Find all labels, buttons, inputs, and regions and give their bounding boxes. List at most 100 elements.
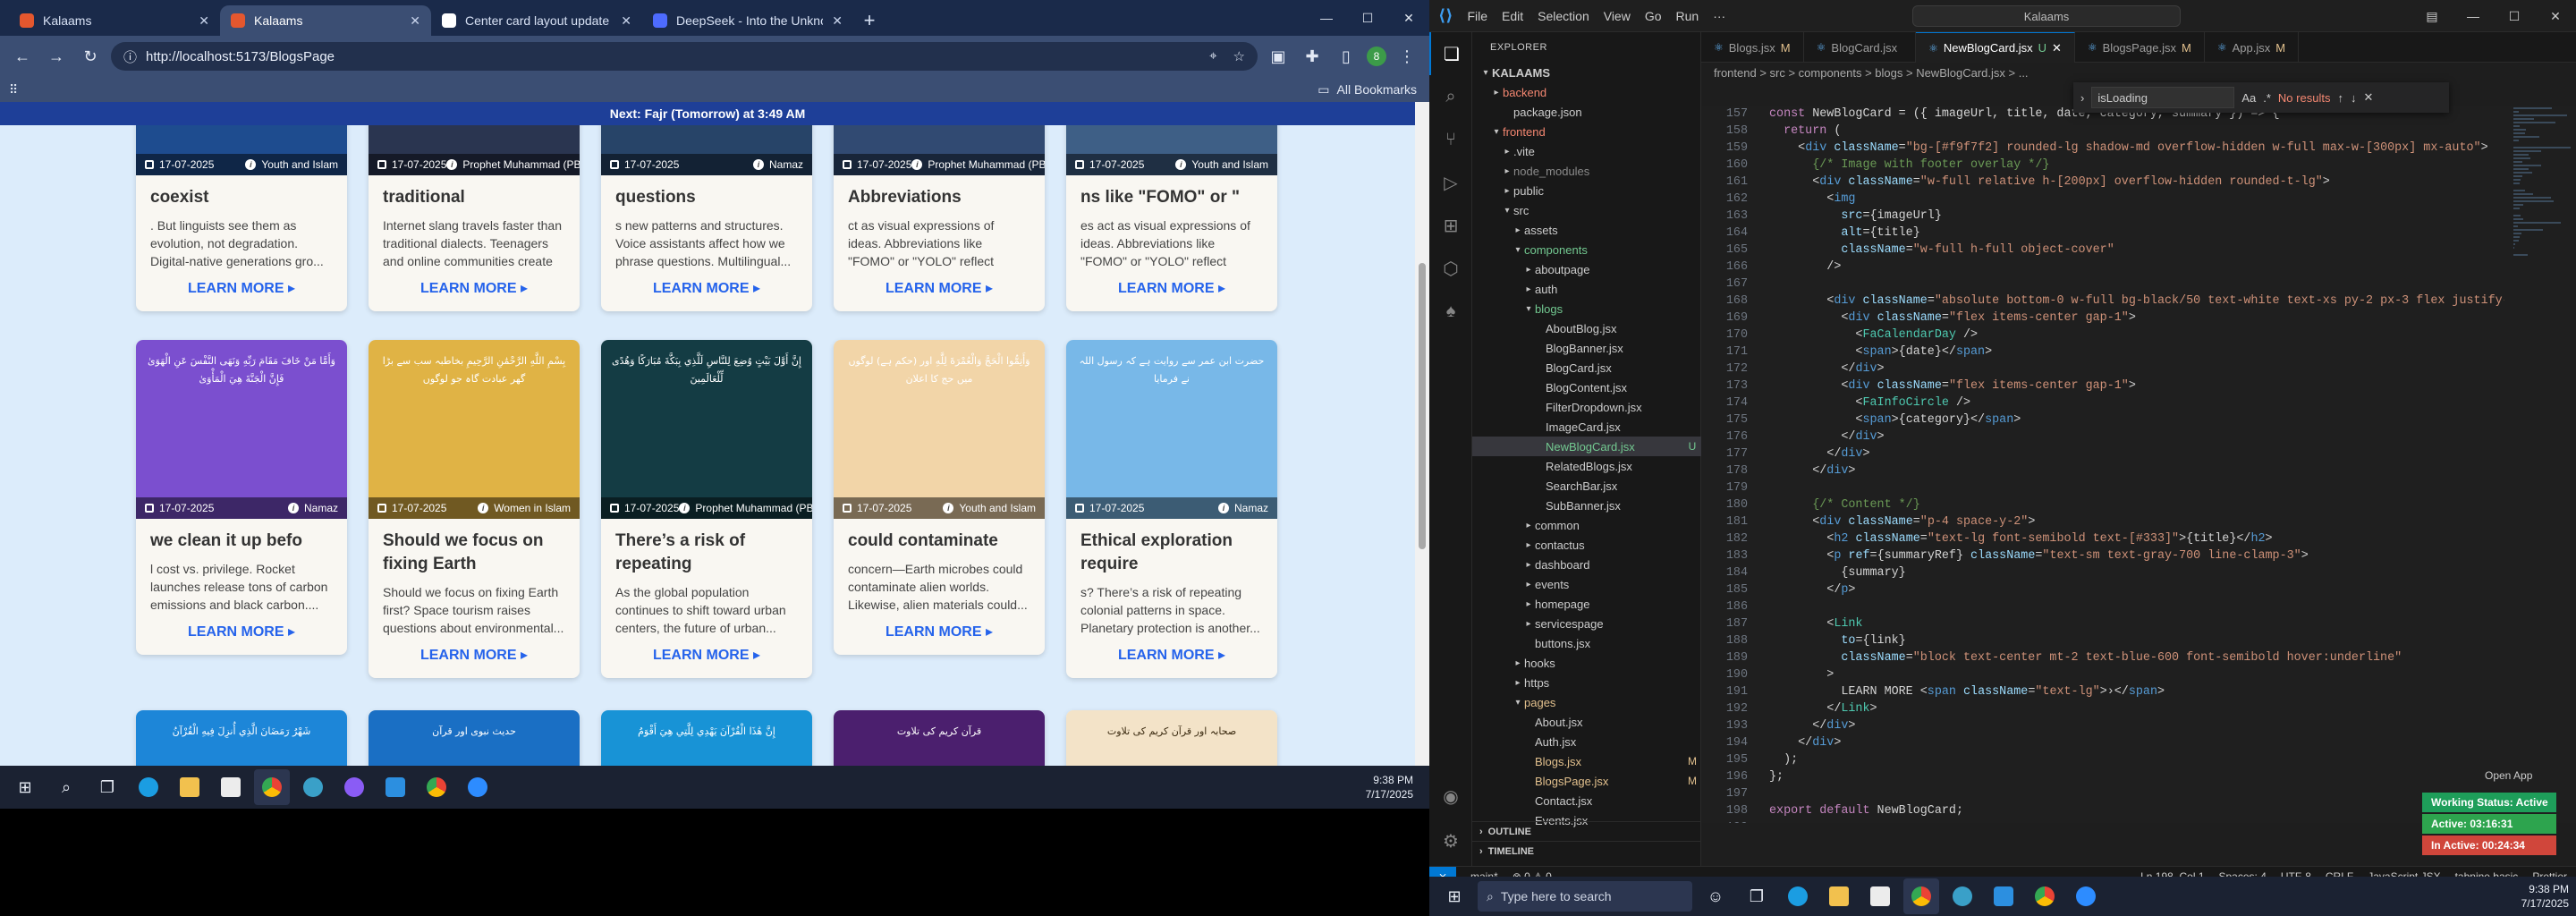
zoom-icon[interactable] [460,769,496,805]
chrome-profile-icon[interactable] [2027,878,2063,914]
tab-close-icon[interactable]: ✕ [199,13,209,29]
editor-tab[interactable]: ⚛ App.jsx M [2205,32,2300,63]
menu-item[interactable]: File [1467,9,1487,23]
editor-tab[interactable]: ⚛ NewBlogCard.jsx U ✕ [1916,32,2075,63]
tree-item[interactable]: ▸ public [1472,181,1701,200]
new-tab-button[interactable]: + [853,5,886,36]
bookmark-star-icon[interactable]: ☆ [1233,48,1245,64]
tree-item[interactable]: ▸ servicespage [1472,614,1701,633]
tree-item[interactable]: BlogBanner.jsx [1472,338,1701,358]
maximize-icon[interactable]: ☐ [2494,0,2535,32]
learn-more-link[interactable]: LEARN MORE ▸ [383,279,565,297]
tree-item[interactable]: ▸ aboutpage [1472,259,1701,279]
store-icon[interactable] [1862,878,1898,914]
start-icon[interactable]: ⊞ [7,769,43,805]
tree-item[interactable]: ▸ assets [1472,220,1701,240]
tree-item[interactable]: ▸ events [1472,574,1701,594]
vscode-icon[interactable] [1986,878,2021,914]
find-input[interactable]: isLoading [2091,87,2235,108]
tree-item[interactable]: ▾ blogs [1472,299,1701,318]
task-view-icon[interactable]: ❐ [1739,878,1775,914]
tree-item[interactable]: Blogs.jsx M [1472,751,1701,771]
timeline-section[interactable]: › TIMELINE [1472,841,1701,861]
mongo-icon[interactable]: ♠ [1429,290,1472,333]
tree-item[interactable]: BlogsPage.jsx M [1472,771,1701,791]
open-app-label[interactable]: Open App [2485,769,2532,782]
file-explorer-icon[interactable] [1821,878,1857,914]
tab-close-icon[interactable]: ✕ [410,13,420,29]
learn-more-link[interactable]: LEARN MORE ▸ [848,623,1030,640]
breadcrumb[interactable]: frontend > src > components > blogs > Ne… [1701,63,2576,82]
all-bookmarks[interactable]: All Bookmarks [1337,82,1417,97]
editor-tab[interactable]: ⚛ Blogs.jsx M [1701,32,1804,63]
tree-item[interactable]: ▾ components [1472,240,1701,259]
tree-item[interactable]: RelatedBlogs.jsx [1472,456,1701,476]
tree-item[interactable]: FilterDropdown.jsx [1472,397,1701,417]
close-icon[interactable]: ✕ [2535,0,2576,32]
vscode-icon[interactable] [377,769,413,805]
menu-item[interactable]: Edit [1502,9,1523,23]
menu-item[interactable]: Selection [1538,9,1589,23]
search-icon[interactable]: ⌕ [1429,75,1472,118]
tree-item[interactable]: BlogContent.jsx [1472,377,1701,397]
editor-tab[interactable]: ⚛ BlogCard.jsx [1804,32,1917,63]
account-icon[interactable]: ◉ [1429,775,1472,818]
code-editor[interactable]: 157 158 159 160 161 162 163 164 165 166 167 168 169 1… [1701,106,2576,823]
explorer-icon[interactable]: ❏ [1429,32,1472,75]
tab-close-icon[interactable]: ✕ [621,13,631,29]
emoji-icon[interactable]: ☺ [1698,878,1733,914]
chrome-icon[interactable] [1903,878,1939,914]
file-explorer-icon[interactable] [172,769,208,805]
tree-item[interactable]: ▸ dashboard [1472,555,1701,574]
source-control-icon[interactable]: ⑂ [1429,118,1472,161]
tree-item[interactable]: ▸ homepage [1472,594,1701,614]
learn-more-link[interactable]: LEARN MORE ▸ [848,279,1030,297]
tree-item[interactable]: ▾ KALAAMS [1472,63,1701,82]
tree-item[interactable]: ▸ .vite [1472,141,1701,161]
back-icon[interactable]: ← [9,43,36,70]
chrome-icon[interactable] [254,769,290,805]
close-find-icon[interactable]: ✕ [2363,90,2373,105]
chrome-tab[interactable]: Kalaams ✕ [220,5,431,36]
minimize-icon[interactable]: — [2453,0,2494,32]
tree-item[interactable]: ▸ backend [1472,82,1701,102]
tree-item[interactable]: ▾ frontend [1472,122,1701,141]
chrome-tab[interactable]: Kalaams ✕ [9,5,220,36]
chrome-profile-icon[interactable] [419,769,454,805]
tree-item[interactable]: SubBanner.jsx [1472,496,1701,515]
tree-item[interactable]: package.json [1472,102,1701,122]
taskbar-clock[interactable]: 9:38 PM 7/17/2025 [2521,882,2569,911]
outline-section[interactable]: › OUTLINE [1472,821,1701,841]
layout-icon[interactable]: ▤ [2411,0,2453,32]
tree-item[interactable]: buttons.jsx [1472,633,1701,653]
taskbar-clock[interactable]: 9:38 PM 7/17/2025 [1366,773,1422,802]
app-icon[interactable] [295,769,331,805]
tree-item[interactable]: NewBlogCard.jsx U [1472,437,1701,456]
minimap[interactable] [2508,106,2576,823]
extensions-icon[interactable]: ⊞ [1429,204,1472,247]
tree-item[interactable]: ▸ hooks [1472,653,1701,673]
chevron-right-icon[interactable]: › [2080,91,2084,105]
tree-item[interactable]: ▸ contactus [1472,535,1701,555]
maximize-icon[interactable]: ☐ [1347,0,1388,36]
minimize-icon[interactable]: — [1306,0,1347,36]
prev-match-icon[interactable]: ↑ [2337,91,2343,105]
regex-icon[interactable]: .* [2263,91,2271,105]
close-icon[interactable]: ✕ [1388,0,1429,36]
edge-icon[interactable] [131,769,166,805]
page-scrollbar[interactable] [1415,102,1429,775]
tree-item[interactable]: AboutBlog.jsx [1472,318,1701,338]
chrome-tab[interactable]: Center card layout update ✕ [431,5,642,36]
location-icon[interactable]: ⌖ [1209,48,1216,64]
chrome-tab[interactable]: DeepSeek - Into the Unknown ✕ [642,5,853,36]
tree-item[interactable]: Auth.jsx [1472,732,1701,751]
tree-item[interactable]: ImageCard.jsx [1472,417,1701,437]
learn-more-link[interactable]: LEARN MORE ▸ [383,646,565,664]
store-icon[interactable] [213,769,249,805]
editor-tab[interactable]: ⚛ BlogsPage.jsx M [2075,32,2205,63]
menu-icon[interactable]: ⋮ [1394,43,1420,70]
next-match-icon[interactable]: ↓ [2351,91,2357,105]
reload-icon[interactable]: ↻ [77,43,104,70]
tree-item[interactable]: ▾ pages [1472,692,1701,712]
tree-item[interactable]: ▸ https [1472,673,1701,692]
